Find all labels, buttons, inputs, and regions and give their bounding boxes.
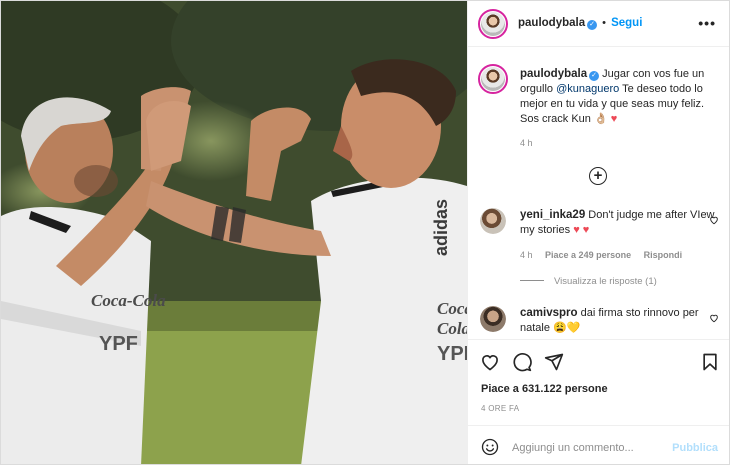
left-shirt-logo: Coca-Cola <box>91 291 166 310</box>
post-sidebar: paulodybala ✓ • Segui ••• paulodybala ✓ Ju… <box>467 1 729 464</box>
heart-emoji: ♥ <box>610 113 618 125</box>
view-replies-label: Visualizza le risposte (1) <box>554 276 657 287</box>
author-avatar[interactable] <box>478 9 508 39</box>
comment-icon[interactable] <box>512 352 532 372</box>
post-photo[interactable]: Coca-Cola YPF adidas Coca-Cola YPF <box>1 1 467 464</box>
comment-avatar[interactable] <box>480 208 506 234</box>
reply-button[interactable]: Rispondi <box>644 250 683 260</box>
comment-hearts: ♥ ♥ <box>573 224 590 236</box>
right-shirt-logo: Coca-Cola <box>437 299 467 338</box>
comment-input[interactable]: Aggiungi un commento... <box>512 442 634 454</box>
comment-username[interactable]: camivspro <box>520 307 578 319</box>
share-icon[interactable] <box>544 352 564 372</box>
emoji-icon[interactable] <box>481 438 499 456</box>
bookmark-icon[interactable] <box>700 352 720 372</box>
caption-username[interactable]: paulodybala <box>520 68 587 80</box>
left-shirt-sponsor: YPF <box>99 333 138 355</box>
right-shirt-brand: adidas <box>431 198 451 256</box>
instagram-post-modal: Coca-Cola YPF adidas Coca-Cola YPF paulo… <box>0 0 730 465</box>
comment-username[interactable]: yeni_inka29 <box>520 209 585 221</box>
comment-item: yeni_inka29 Don't judge me after VIew my… <box>520 208 720 263</box>
post-caption: paulodybala ✓ Jugar con vos fue un orgull… <box>520 67 716 151</box>
heart-icon[interactable] <box>709 313 719 323</box>
heart-icon[interactable] <box>480 352 500 372</box>
action-bar <box>468 339 729 385</box>
follow-button[interactable]: Segui <box>611 17 642 29</box>
post-age: 4 ORE FA <box>481 404 520 413</box>
likes-count[interactable]: Piace a 631.122 persone <box>481 383 608 395</box>
post-header: paulodybala ✓ • Segui ••• <box>468 1 729 47</box>
more-icon[interactable]: ••• <box>698 15 716 31</box>
header-user-line: paulodybala ✓ • Segui <box>518 17 642 30</box>
view-replies-button[interactable]: Visualizza le risposte (1) <box>520 276 657 287</box>
add-comment-icon[interactable]: + <box>589 167 607 185</box>
publish-button[interactable]: Pubblica <box>672 442 718 454</box>
separator-dot: • <box>602 17 607 29</box>
caption-mention[interactable]: @kunaguero <box>556 83 619 95</box>
add-comment-bar: Aggiungi un commento... Pubblica <box>468 425 729 464</box>
heart-icon[interactable] <box>709 215 719 225</box>
right-shirt-sponsor: YPF <box>437 343 467 365</box>
verified-icon: ✓ <box>587 20 598 30</box>
verified-icon: ✓ <box>589 71 600 81</box>
photo-illustration <box>1 1 467 464</box>
comment-time: 4 h <box>520 250 533 260</box>
caption-time: 4 h <box>520 138 533 148</box>
comment-likes[interactable]: Piace a 249 persone <box>545 250 631 260</box>
author-username[interactable]: paulodybala <box>518 17 585 29</box>
comment-item: camivspro dai firma sto rinnovo per nata… <box>520 306 720 336</box>
comment-meta: 4 h Piace a 249 persone Rispondi <box>520 248 720 263</box>
comment-emoji: 😩💛 <box>553 322 581 334</box>
caption-avatar[interactable] <box>478 64 508 94</box>
comment-avatar[interactable] <box>480 306 506 332</box>
